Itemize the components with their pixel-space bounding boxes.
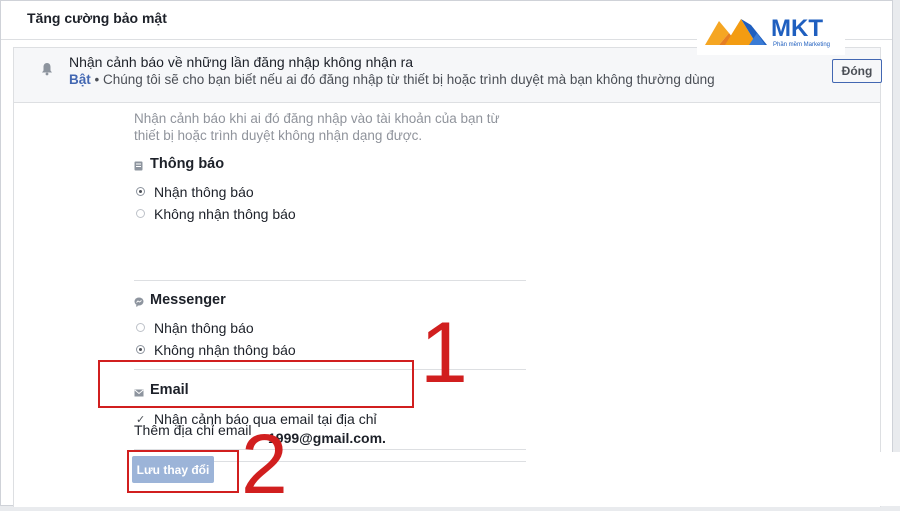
radio-button-checked[interactable] [136,345,145,354]
notification-icon [134,159,143,175]
login-alerts-subpanel: Nhận cảnh báo về những lần đăng nhập khô… [13,47,882,507]
mkt-logo: MKT Phần mềm Marketing [697,5,845,55]
notifications-title: Thông báo [150,156,225,172]
security-panel: Tăng cường bảo mật Nhận cảnh báo về nhữn… [0,0,893,507]
messenger-title: Messenger [150,292,226,308]
notif-option-not-receive[interactable]: Không nhận thông báo [134,204,524,226]
close-button[interactable]: Đóng [832,59,882,83]
radio-button[interactable] [136,323,145,332]
setting-description: Bật • Chúng tôi sẽ cho bạn biết nếu ai đ… [69,72,715,87]
intro-text: Nhận cảnh báo khi ai đó đăng nhập vào tà… [134,111,500,143]
messenger-icon [134,295,144,311]
notifications-section: Thông báo Nhận thông báo Không nhận thôn… [134,156,524,226]
bell-icon [41,62,53,81]
option-label: Nhận thông báo [154,184,254,200]
radio-button-checked[interactable] [136,187,145,196]
annotation-box-email [98,360,414,408]
logo-subtitle: Phần mềm Marketing [773,42,831,48]
notifications-heading: Thông báo [134,156,524,176]
setting-status: Bật [69,72,91,87]
divider [134,280,526,281]
option-label: Không nhận thông báo [154,206,296,222]
logo-text: MKT [771,15,823,42]
login-alerts-setting-row: Nhận cảnh báo về những lần đăng nhập khô… [14,48,882,103]
radio-button[interactable] [136,209,145,218]
settings-content: Nhận cảnh báo khi ai đó đăng nhập vào tà… [134,110,526,462]
add-email-link[interactable]: Thêm địa chỉ email [134,422,252,438]
panel-title: Tăng cường bảo mật [27,10,167,26]
option-label: Không nhận thông báo [154,342,296,358]
setting-description-text: • Chúng tôi sẽ cho bạn biết nếu ai đó đă… [90,72,715,87]
logo-mark-icon [705,15,769,52]
option-label: Nhận thông báo [154,320,254,336]
annotation-number-2: 2 [241,417,288,511]
annotation-number-1: 1 [420,305,468,401]
notif-option-receive[interactable]: Nhận thông báo [134,182,524,204]
corner-overlay [740,452,900,506]
annotation-box-save [127,450,239,493]
setting-title: Nhận cảnh báo về những lần đăng nhập khô… [69,54,414,70]
